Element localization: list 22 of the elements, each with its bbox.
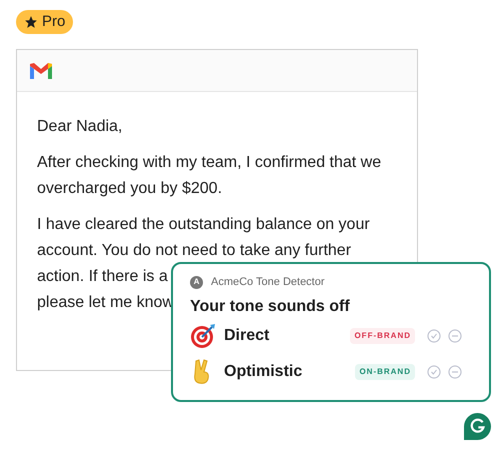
- tone-label: Optimistic: [224, 362, 302, 382]
- accept-icon[interactable]: [427, 328, 441, 342]
- email-text-line: account. You do not need to take any further: [37, 241, 352, 261]
- tone-label: Direct: [224, 326, 270, 346]
- app-avatar: A: [190, 276, 203, 289]
- pro-badge: Pro: [16, 10, 74, 34]
- grammar-logo-icon: [464, 413, 491, 440]
- star-icon: [24, 15, 38, 29]
- email-text-line: action. If there is a: [37, 267, 168, 287]
- email-text-line: After checking with my team, I confirmed that we: [37, 153, 382, 173]
- brand-tag: ON-BRAND: [355, 364, 415, 380]
- email-text-line: I have cleared the outstanding balance on your: [37, 215, 370, 235]
- app-name: AcmeCo Tone Detector: [211, 275, 325, 290]
- accept-icon[interactable]: [427, 364, 441, 378]
- tone-title: Your tone sounds off: [190, 296, 351, 316]
- dismiss-icon[interactable]: [448, 364, 462, 378]
- target-icon: [190, 322, 216, 348]
- dismiss-icon[interactable]: [448, 328, 462, 342]
- mail-logo-icon: [29, 62, 53, 80]
- brand-tag: OFF-BRAND: [350, 328, 415, 344]
- greeting-text: Dear Nadia,: [37, 117, 124, 137]
- email-text-line: overcharged you by $200.: [37, 179, 222, 199]
